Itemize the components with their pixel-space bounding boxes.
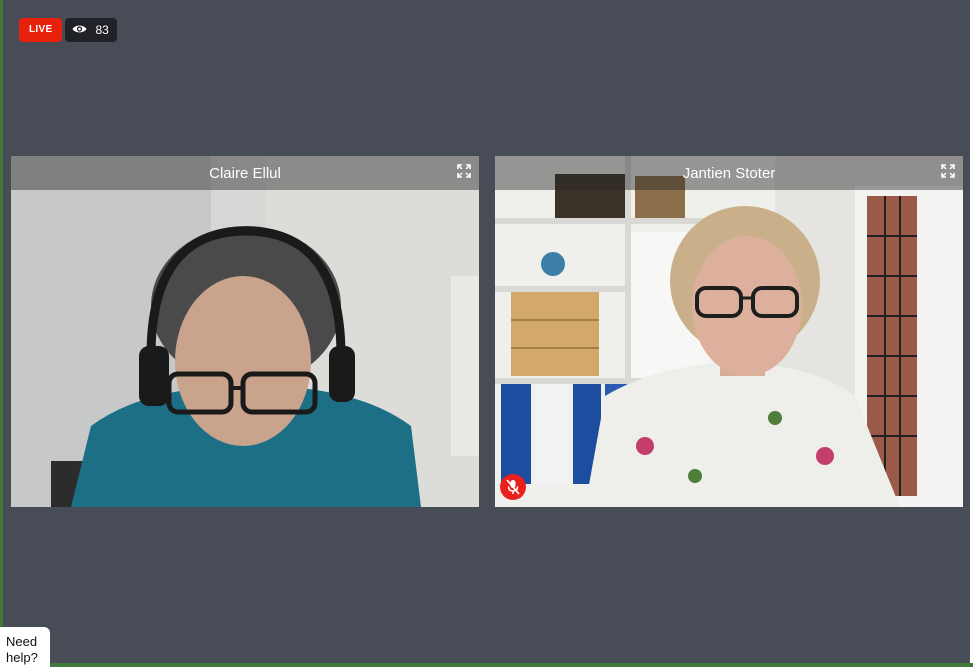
participant-video	[11, 156, 479, 507]
eye-icon	[72, 18, 87, 42]
participant-video	[495, 156, 963, 507]
viewer-count-badge: 83	[65, 18, 117, 42]
participant-name-bar: Jantien Stoter	[495, 156, 963, 190]
participant-tile-claire[interactable]: Claire Ellul	[11, 156, 479, 507]
stream-status-bar: LIVE 83	[19, 18, 117, 42]
viewer-count: 83	[95, 23, 109, 37]
participant-name: Claire Ellul	[209, 165, 281, 182]
video-stage: LIVE 83 Claire Ellul Jantien Stoter	[3, 0, 970, 663]
participant-tile-jantien[interactable]: Jantien Stoter	[495, 156, 963, 507]
need-help-widget[interactable]: Need help?	[0, 627, 50, 667]
help-text-line2: help?	[6, 650, 38, 665]
live-badge: LIVE	[19, 18, 63, 42]
fullscreen-icon[interactable]	[941, 164, 955, 178]
participant-name: Jantien Stoter	[682, 165, 776, 182]
help-text-line1: Need	[6, 634, 38, 649]
participant-name-bar: Claire Ellul	[11, 156, 479, 190]
microphone-muted-icon	[500, 474, 526, 500]
fullscreen-icon[interactable]	[457, 164, 471, 178]
